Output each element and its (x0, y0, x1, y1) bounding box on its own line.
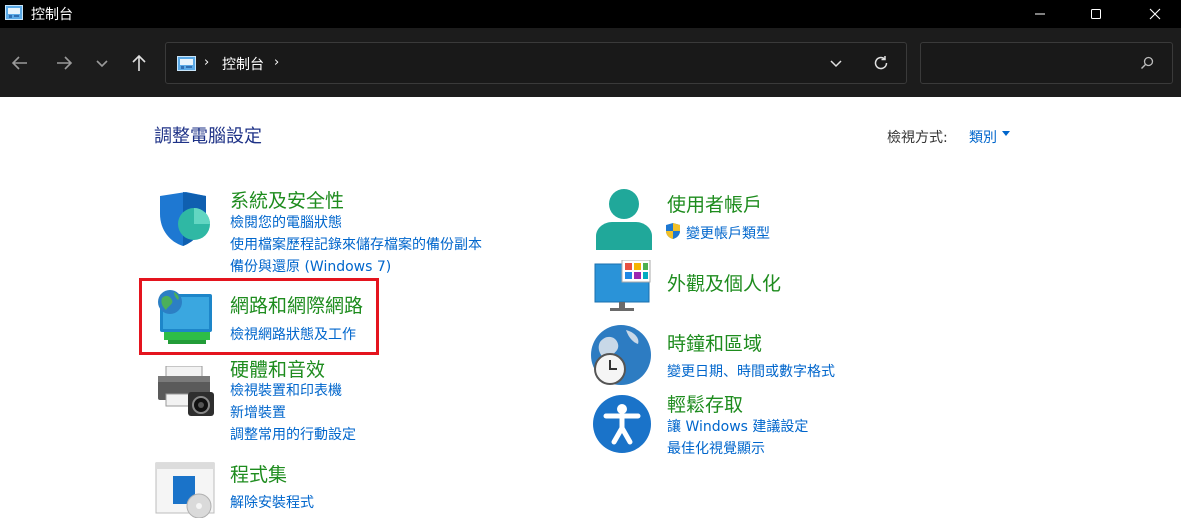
up-arrow-icon (132, 54, 146, 71)
refresh-button[interactable] (871, 53, 891, 73)
highlight-box (139, 278, 379, 355)
view-by-label: 檢視方式: (887, 130, 948, 146)
address-bar[interactable]: › 控制台 › (165, 42, 907, 84)
control-panel-icon (177, 56, 196, 71)
breadcrumb-control-panel[interactable]: 控制台 (222, 54, 264, 74)
monitor-icon (594, 260, 651, 311)
category-programs[interactable]: 程式集 (230, 460, 287, 487)
category-system-security[interactable]: 系統及安全性 (230, 186, 344, 213)
navigation-toolbar: › 控制台 › (0, 28, 1181, 97)
forward-arrow-icon (57, 56, 73, 70)
accessibility-icon (593, 395, 651, 453)
refresh-icon (874, 56, 888, 70)
up-button[interactable] (127, 51, 151, 75)
minimize-icon (1035, 13, 1045, 15)
link-review-status[interactable]: 檢閱您的電腦狀態 (230, 212, 342, 232)
close-icon (1149, 8, 1161, 20)
control-panel-icon (5, 5, 23, 20)
category-clock-region[interactable]: 時鐘和區域 (667, 329, 762, 356)
category-hardware-sound[interactable]: 硬體和音效 (230, 355, 325, 382)
link-uninstall-program[interactable]: 解除安裝程式 (230, 492, 314, 512)
chevron-down-icon (830, 60, 842, 68)
clock-globe-icon (591, 325, 651, 385)
link-change-date-time-format[interactable]: 變更日期、時間或數字格式 (667, 361, 835, 381)
user-icon (596, 189, 652, 250)
breadcrumb-separator: › (204, 55, 210, 70)
breadcrumb-separator[interactable]: › (274, 55, 279, 70)
link-mobility-settings[interactable]: 調整常用的行動設定 (230, 424, 356, 444)
link-devices-printers[interactable]: 檢視裝置和印表機 (230, 380, 342, 400)
search-box[interactable] (920, 42, 1173, 84)
minimize-button[interactable] (1017, 0, 1063, 28)
category-ease-of-access[interactable]: 輕鬆存取 (667, 390, 743, 417)
chevron-down-icon (96, 60, 108, 68)
forward-button[interactable] (52, 51, 76, 75)
link-change-account-type[interactable]: 變更帳戶類型 (686, 223, 770, 243)
title-bar: 控制台 (0, 0, 1181, 28)
page-title: 調整電腦設定 (154, 126, 262, 147)
printer-icon (158, 366, 214, 416)
uac-shield-icon (666, 223, 680, 239)
window-title: 控制台 (31, 7, 73, 23)
back-arrow-icon (11, 56, 27, 70)
back-button[interactable] (8, 51, 32, 75)
category-appearance[interactable]: 外觀及個人化 (667, 269, 781, 296)
close-button[interactable] (1132, 0, 1178, 28)
search-icon[interactable] (1139, 55, 1155, 71)
link-let-windows-suggest[interactable]: 讓 Windows 建議設定 (667, 416, 808, 436)
recent-locations-button[interactable] (90, 51, 114, 75)
link-optimize-visual-display[interactable]: 最佳化視覺顯示 (667, 438, 765, 458)
caret-down-icon[interactable] (1002, 131, 1010, 136)
maximize-icon (1091, 9, 1101, 19)
programs-icon (155, 462, 215, 518)
link-file-history[interactable]: 使用檔案歷程記錄來儲存檔案的備份副本 (230, 234, 482, 254)
shield-icon (160, 192, 210, 246)
link-add-device[interactable]: 新增裝置 (230, 402, 286, 422)
category-user-accounts[interactable]: 使用者帳戶 (667, 190, 762, 217)
link-backup-restore[interactable]: 備份與還原 (Windows 7) (230, 256, 391, 276)
search-input[interactable] (929, 52, 1133, 76)
view-by-dropdown[interactable]: 類別 (969, 127, 997, 147)
maximize-button[interactable] (1073, 0, 1119, 28)
address-history-button[interactable] (826, 53, 846, 73)
